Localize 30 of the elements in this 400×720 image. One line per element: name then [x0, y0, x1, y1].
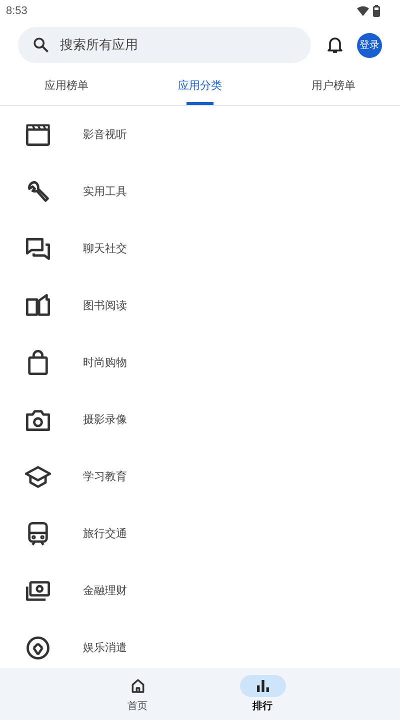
tab[interactable]: 应用分类	[133, 70, 267, 105]
home-icon	[130, 678, 146, 694]
category-label[interactable]: 金融理财	[83, 583, 127, 598]
wifi-icon	[357, 6, 369, 16]
category-label[interactable]: 影音视听	[83, 127, 127, 142]
notification-bell-icon[interactable]	[327, 36, 343, 54]
search-field[interactable]: 搜索所有应用	[18, 27, 311, 63]
school-icon	[25, 464, 51, 490]
category-label[interactable]: 摄影录像	[83, 412, 127, 427]
nav-item[interactable]: 首页	[75, 668, 200, 720]
bar-chart-icon	[254, 678, 270, 694]
battery-icon	[373, 5, 380, 17]
chat-icon	[25, 236, 51, 262]
nav-item[interactable]: 排行	[200, 668, 325, 720]
tab[interactable]: 用户榜单	[266, 70, 400, 105]
train-icon	[25, 520, 51, 546]
login-button[interactable]: 登录	[357, 32, 382, 58]
bag-icon	[25, 350, 51, 376]
tool-icon	[25, 178, 51, 204]
category-label[interactable]: 娱乐消遣	[83, 640, 127, 655]
category-label[interactable]: 旅行交通	[83, 526, 127, 541]
category-label[interactable]: 学习教育	[83, 469, 127, 484]
book-icon	[25, 292, 51, 318]
status-time: 8:53	[6, 5, 28, 17]
category-label[interactable]: 实用工具	[83, 184, 127, 199]
tab[interactable]: 应用榜单	[0, 70, 134, 105]
category-label[interactable]: 图书阅读	[83, 298, 127, 313]
category-label[interactable]: 时尚购物	[83, 355, 127, 370]
film-icon	[25, 122, 51, 148]
category-label[interactable]: 聊天社交	[83, 241, 127, 256]
